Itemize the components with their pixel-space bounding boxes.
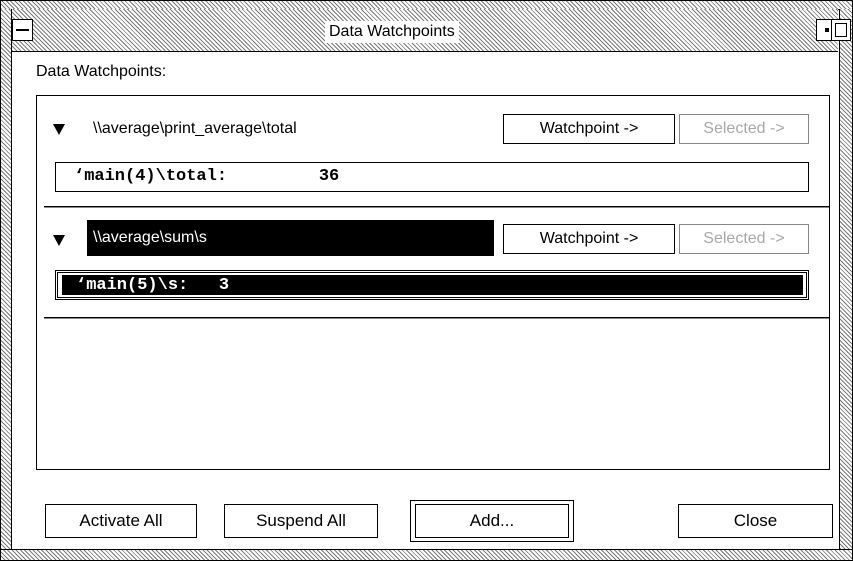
maximize-icon[interactable]	[831, 19, 851, 41]
section-label: Data Watchpoints:	[36, 63, 167, 80]
add-button-frame: Add...	[410, 500, 574, 542]
watchpoint-value-selected[interactable]: ‘main(5)\s: 3	[55, 270, 809, 300]
watchpoint-path-selected[interactable]: \\average\sum\s	[87, 220, 494, 256]
triangle-down-icon[interactable]	[53, 235, 65, 246]
close-button[interactable]: Close	[678, 504, 833, 538]
watchpoint-button[interactable]: Watchpoint ->	[503, 114, 675, 144]
window-menu-icon[interactable]	[12, 19, 33, 41]
separator	[44, 317, 829, 319]
selected-button: Selected ->	[679, 114, 809, 144]
watchpoint-value-text: ‘main(5)\s: 3	[62, 275, 803, 295]
window-frame-right[interactable]	[839, 9, 852, 549]
add-button[interactable]: Add...	[415, 504, 569, 538]
window-title: Data Watchpoints	[325, 21, 459, 43]
window-frame-left[interactable]	[1, 9, 12, 549]
watchpoint-value[interactable]: ‘main(4)\total: 36	[55, 162, 809, 192]
watchpoint-path[interactable]: \\average\print_average\total	[87, 111, 297, 147]
window-frame-bottom[interactable]	[1, 549, 852, 560]
watchpoint-button[interactable]: Watchpoint ->	[503, 224, 675, 254]
separator	[44, 206, 829, 208]
suspend-all-button[interactable]: Suspend All	[224, 504, 378, 538]
selected-button: Selected ->	[679, 224, 809, 254]
activate-all-button[interactable]: Activate All	[45, 504, 197, 538]
triangle-down-icon[interactable]	[53, 124, 65, 135]
